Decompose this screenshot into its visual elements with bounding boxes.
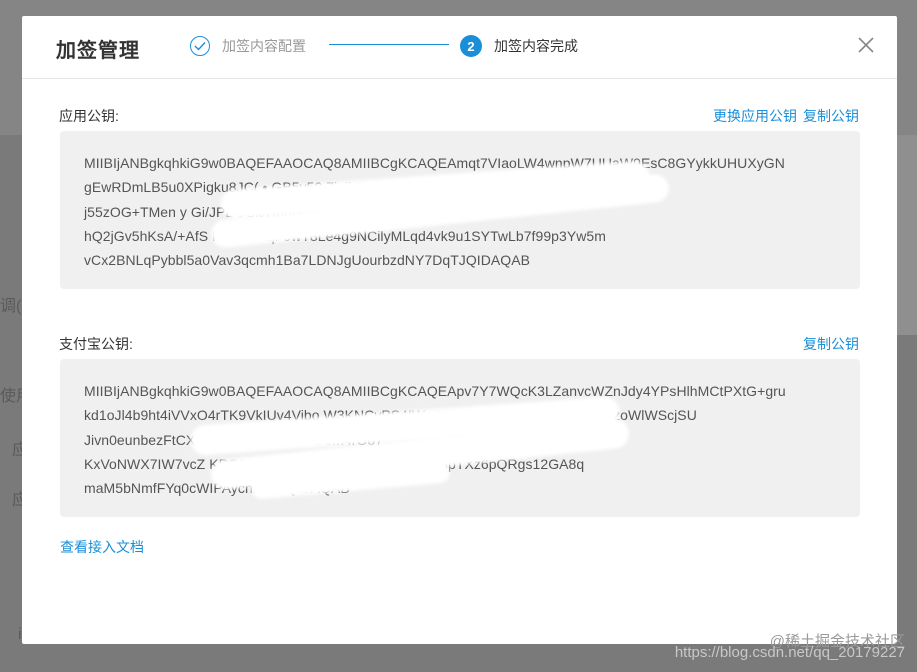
step-config: 加签内容配置 [190,34,306,58]
background-panel-right [897,135,917,335]
app-public-key-box[interactable]: MIIBIjANBgkqhkiG9w0BAQEFAAOCAQ8AMIIBCgKC… [60,131,860,289]
alipay-key-actions: 复制公钥 [803,334,859,354]
check-icon [190,36,210,56]
close-icon [858,37,874,53]
key-line: vCx2BNLqPybbl5a0Vav3qcmh1Ba7LDNJgUourbzd… [84,252,530,269]
app-public-key-label: 应用公钥: [59,108,119,124]
app-key-actions: 更换应用公钥 复制公钥 [713,106,859,126]
alipay-public-key-label: 支付宝公钥: [59,336,133,352]
replace-app-key-link[interactable]: 更换应用公钥 [713,106,797,126]
key-line: maM5bNmfFYq0cWIPAycnm xDQIDAQAB [84,480,350,497]
alipay-public-key-box[interactable]: MIIBIjANBgkqhkiG9w0BAQEFAAOCAQ8AMIIBCgKC… [60,359,860,517]
step-number-badge: 2 [460,35,482,57]
close-button[interactable] [857,36,875,54]
dialog-title: 加签管理 [56,40,140,62]
copy-alipay-key-link[interactable]: 复制公钥 [803,334,859,354]
copy-app-key-link[interactable]: 复制公钥 [803,106,859,126]
step-complete-label: 加签内容完成 [494,38,578,54]
watermark-url: https://blog.csdn.net/qq_20179227 [674,644,905,661]
dialog-header: 加签管理 加签内容配置 2 加签内容完成 [22,16,897,79]
view-integration-docs-link[interactable]: 查看接入文档 [60,537,144,557]
key-line: hQ2jGv5hKsA/+AfS NwZhkstqF9wT8Le4g9NCily… [84,227,606,244]
step-config-label: 加签内容配置 [222,38,306,54]
key-line: MIIBIjANBgkqhkiG9w0BAQEFAAOCAQ8AMIIBCgKC… [84,383,786,399]
signing-management-dialog: 加签管理 加签内容配置 2 加签内容完成 应用公钥: 更换应用公钥 复制公钥 M… [22,16,897,644]
step-connector [329,44,449,45]
key-line: MIIBIjANBgkqhkiG9w0BAQEFAAOCAQ8AMIIBCgKC… [84,155,785,171]
step-complete: 2 加签内容完成 [460,34,578,58]
